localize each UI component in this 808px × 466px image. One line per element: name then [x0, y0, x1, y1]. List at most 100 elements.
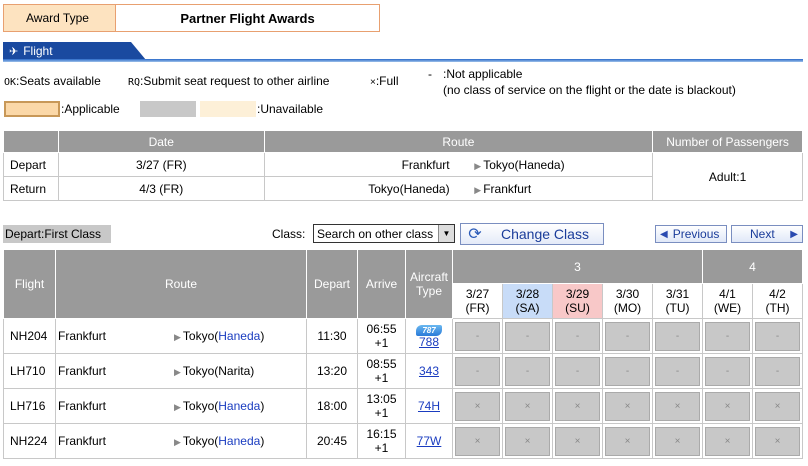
- legend-full-text: :Full: [375, 74, 399, 88]
- summary-return-label: Return: [3, 176, 59, 201]
- route-to-airport: Haneda: [218, 329, 261, 343]
- route-arrow-icon: ▶: [474, 184, 482, 195]
- availability-cell: ×: [502, 388, 553, 424]
- next-button[interactable]: Next ▶: [731, 225, 803, 243]
- availability-status: ×: [705, 391, 750, 421]
- previous-button[interactable]: ◀ Previous: [655, 225, 727, 243]
- summary-return-from: Tokyo(Haneda): [368, 181, 450, 196]
- award-type-box: Award Type Partner Flight Awards: [3, 4, 380, 32]
- availability-cell: ×: [502, 423, 553, 459]
- header-route: Route: [55, 249, 307, 319]
- date-column-header: 3/30 (MO): [602, 283, 653, 319]
- date-label: 3/29: [565, 287, 590, 301]
- weekday-label: (SU): [565, 301, 590, 315]
- availability-cell: ×: [452, 388, 503, 424]
- availability-status: ×: [605, 391, 650, 421]
- availability-cell: -: [452, 318, 503, 354]
- header-aircraft-line1: Aircraft: [409, 270, 448, 284]
- route-arrow-icon: ▶: [174, 367, 181, 377]
- date-label: 4/2: [769, 287, 786, 301]
- flight-section-label: Flight: [23, 44, 53, 58]
- availability-status: ×: [755, 426, 800, 456]
- unavailable-swatch-cream: [200, 101, 256, 117]
- availability-status: -: [655, 321, 700, 351]
- section-divider: [3, 59, 803, 62]
- availability-status: ×: [455, 391, 500, 421]
- flight-number: LH716: [3, 388, 56, 424]
- itinerary-summary-table: Date Route Number of Passengers Depart 3…: [3, 130, 803, 201]
- airplane-icon: ✈: [9, 45, 19, 58]
- availability-cell: -: [502, 318, 553, 354]
- class-select[interactable]: Search on other class ▼: [313, 224, 455, 243]
- availability-status: ×: [555, 391, 600, 421]
- aircraft-type-link[interactable]: 343: [419, 364, 439, 378]
- arrive-time-value: 13:05: [366, 392, 397, 406]
- header-aircraft-line2: Type: [415, 284, 442, 298]
- availability-cell: ×: [752, 388, 803, 424]
- applicable-swatch: [4, 101, 60, 117]
- date-label: 3/30: [615, 287, 640, 301]
- availability-cell: ×: [702, 423, 753, 459]
- availability-status: -: [755, 356, 800, 386]
- route-from: Frankfurt: [58, 364, 107, 378]
- chevron-down-icon[interactable]: ▼: [438, 225, 454, 242]
- availability-status: ×: [505, 426, 550, 456]
- legend-applicable: :Applicable: [61, 102, 120, 116]
- next-label: Next: [750, 227, 775, 241]
- route-arrow-icon: ▶: [174, 437, 181, 447]
- depart-time: 20:45: [306, 423, 358, 459]
- date-label: 3/27: [465, 287, 490, 301]
- weekday-label: (MO): [613, 301, 642, 315]
- legend-na: -: [428, 67, 432, 81]
- summary-depart-date: 3/27 (FR): [57, 152, 265, 177]
- date-column-header: 3/27 (FR): [452, 283, 503, 319]
- legend-rq-code: RQ: [128, 77, 141, 88]
- change-class-button[interactable]: ⟳ Change Class: [460, 223, 604, 245]
- availability-status: ×: [655, 391, 700, 421]
- flight-number: LH710: [3, 353, 56, 389]
- availability-cell: ×: [652, 388, 703, 424]
- depart-time: 11:30: [306, 318, 358, 354]
- availability-status: -: [705, 356, 750, 386]
- aircraft-type-link[interactable]: 74H: [418, 399, 440, 413]
- unavailable-swatch-gray: [140, 101, 196, 117]
- header-arrive: Arrive: [357, 249, 406, 319]
- availability-cell: ×: [652, 423, 703, 459]
- legend-ok-code: OK: [4, 77, 17, 88]
- route-to-close: ): [260, 399, 265, 413]
- arrive-time: 13:05 +1: [357, 388, 406, 424]
- availability-cell: ×: [452, 423, 503, 459]
- availability-status: ×: [505, 391, 550, 421]
- availability-status: ×: [655, 426, 700, 456]
- route-from: Frankfurt: [58, 434, 107, 448]
- availability-status: -: [605, 356, 650, 386]
- header-month-4: 4: [702, 249, 803, 284]
- availability-status: -: [555, 356, 600, 386]
- arrive-time: 16:15 +1: [357, 423, 406, 459]
- arrive-time: 06:55 +1: [357, 318, 406, 354]
- availability-cell: -: [552, 318, 603, 354]
- aircraft-type-link[interactable]: 788: [419, 335, 439, 349]
- availability-cell: -: [502, 353, 553, 389]
- summary-header-passengers: Number of Passengers: [652, 130, 803, 153]
- weekday-label: (FR): [465, 301, 490, 315]
- aircraft-type-link[interactable]: 77W: [417, 434, 442, 448]
- summary-return-route: Tokyo(Haneda) ▶ Frankfurt: [263, 176, 654, 201]
- summary-depart-route: Frankfurt ▶ Tokyo(Haneda): [263, 152, 654, 177]
- flight-number: NH224: [3, 423, 56, 459]
- availability-cell: -: [702, 353, 753, 389]
- award-type-label: Award Type: [4, 5, 116, 31]
- availability-status: -: [505, 321, 550, 351]
- flights-availability-table: Flight Route Depart Arrive Aircraft Type…: [3, 249, 803, 459]
- availability-cell: -: [452, 353, 503, 389]
- availability-status: -: [655, 356, 700, 386]
- weekday-label: (TU): [665, 301, 690, 315]
- flight-number: NH204: [3, 318, 56, 354]
- depart-time: 18:00: [306, 388, 358, 424]
- route-to-airport: Haneda: [218, 434, 261, 448]
- depart-time: 13:20: [306, 353, 358, 389]
- legend-rq: RQ:Submit seat request to other airline: [128, 74, 329, 88]
- chevron-left-icon: ◀: [660, 228, 668, 240]
- availability-cell: -: [602, 353, 653, 389]
- route-to-city: Tokyo(: [182, 399, 219, 413]
